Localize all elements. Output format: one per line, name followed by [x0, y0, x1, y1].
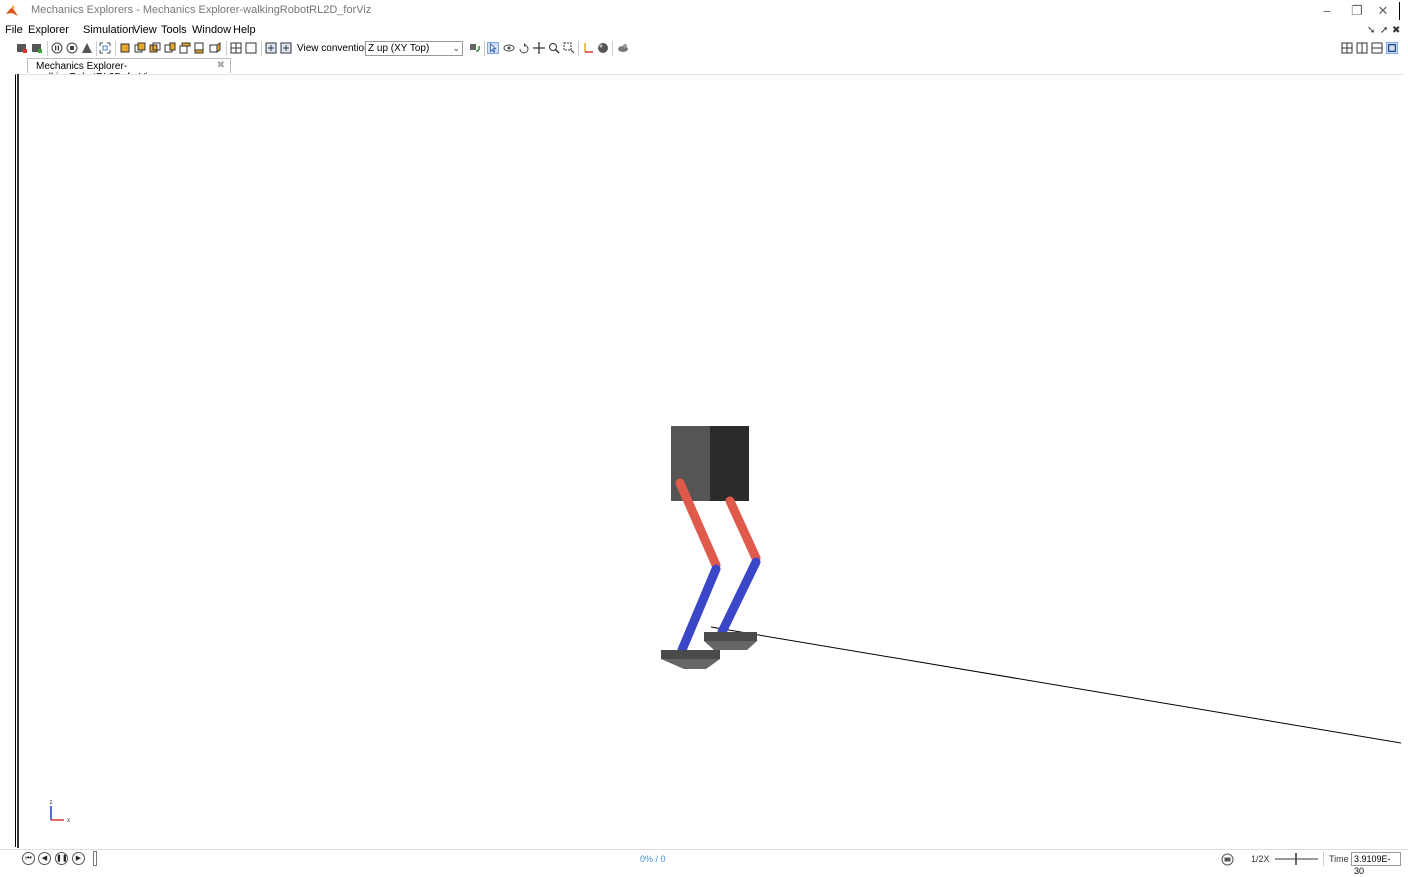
rewind-icon[interactable]: ⏮: [22, 852, 35, 865]
menu-window[interactable]: Window: [192, 24, 231, 36]
robot-shin-back: [717, 557, 761, 637]
robot-scene: z x: [50, 426, 1402, 824]
minimize-icon[interactable]: –: [1312, 3, 1342, 19]
expand-view-icon[interactable]: [265, 42, 277, 54]
robot-foot-back: [704, 632, 757, 650]
loop-icon[interactable]: [1221, 853, 1234, 866]
chevron-down-icon: ⌄: [452, 43, 460, 53]
axis-triad: z x: [50, 800, 71, 824]
menu-help[interactable]: Help: [233, 24, 256, 36]
robot-torso-left-face: [671, 426, 711, 501]
pin-icon[interactable]: ➚: [1380, 25, 1388, 36]
four-view-layout-icon[interactable]: [230, 42, 242, 54]
menu-tools[interactable]: Tools: [161, 24, 187, 36]
pause-playback-icon[interactable]: ❚❚: [55, 852, 68, 865]
back-view-icon[interactable]: [134, 42, 146, 54]
matlab-logo-icon: [6, 5, 18, 16]
title-bar: Mechanics Explorers - Mechanics Explorer…: [0, 0, 1408, 22]
menu-simulation[interactable]: Simulation: [83, 24, 134, 36]
3d-viewport[interactable]: z x: [15, 74, 1403, 847]
bottom-view-icon[interactable]: [194, 42, 206, 54]
playback-progress: 0% / 0: [640, 854, 666, 864]
toolbar-separator: [484, 41, 485, 56]
single-pane-layout-icon[interactable]: [1386, 42, 1398, 54]
horizontal-split-layout-icon[interactable]: [1371, 42, 1383, 54]
speed-slider[interactable]: [1274, 852, 1319, 866]
duplicate-explorer-icon[interactable]: [31, 42, 43, 54]
step-back-icon[interactable]: ◀: [38, 852, 51, 865]
playback-bar: ⏮ ◀ ❚❚ ▶ 0% / 0 1/2X Time 3.9109E-30: [0, 849, 1408, 876]
bottom-separator: [1323, 852, 1324, 866]
close-icon[interactable]: ✕: [1368, 3, 1398, 19]
left-view-icon[interactable]: [149, 42, 161, 54]
toolbar-separator: [612, 41, 613, 56]
menu-bar: File Explorer Simulation View Tools Wind…: [0, 24, 1408, 38]
close-tab-icon[interactable]: ✖: [217, 60, 225, 71]
tab-mechanics-explorer[interactable]: Mechanics Explorer-walkingRobotRL2D_forV…: [27, 58, 231, 83]
new-explorer-icon[interactable]: [16, 42, 28, 54]
pause-icon[interactable]: [51, 42, 63, 54]
contact-points-icon[interactable]: [617, 42, 629, 54]
menu-view[interactable]: View: [133, 24, 157, 36]
window-title: Mechanics Explorers - Mechanics Explorer…: [31, 4, 372, 16]
pan-icon[interactable]: [533, 42, 545, 54]
menu-explorer[interactable]: Explorer: [28, 24, 69, 36]
view-convention-label: View convention:: [297, 43, 373, 54]
robot-thigh-back: [725, 496, 761, 563]
rotate-icon[interactable]: [503, 42, 515, 54]
undock-icon[interactable]: ➘: [1367, 25, 1375, 36]
toolbar-separator: [47, 41, 48, 56]
view-convention-value: Z up (XY Top): [368, 43, 430, 54]
robot-torso-right-face: [710, 426, 749, 501]
fit-to-view-icon[interactable]: [99, 42, 111, 54]
play-icon[interactable]: ▶: [72, 852, 85, 865]
select-pointer-icon[interactable]: [487, 42, 499, 54]
time-input[interactable]: 3.9109E-30: [1351, 852, 1401, 876]
playback-slider[interactable]: [93, 851, 97, 866]
front-view-icon[interactable]: [119, 42, 131, 54]
view-convention-rotate-icon[interactable]: [469, 42, 481, 54]
toolbar-separator: [261, 41, 262, 56]
ground-line: [710, 626, 1402, 744]
four-pane-layout-icon[interactable]: [1341, 42, 1353, 54]
close-doc-icon[interactable]: ✖: [1392, 25, 1400, 36]
stop-icon[interactable]: [66, 42, 78, 54]
toolbar-separator: [96, 41, 97, 56]
robot-foot-front: [661, 650, 720, 669]
axis-label-x: x: [67, 818, 70, 824]
toolbar-separator: [226, 41, 227, 56]
toolbar-separator: [578, 41, 579, 56]
playback-speed-label: 1/2X: [1251, 854, 1270, 864]
document-tabstrip: Mechanics Explorer-walkingRobotRL2D_forV…: [0, 58, 1408, 83]
frames-axes-icon[interactable]: [582, 42, 594, 54]
menu-file[interactable]: File: [5, 24, 23, 36]
roll-icon[interactable]: [518, 42, 530, 54]
view-convention-select[interactable]: Z up (XY Top) ⌄: [365, 41, 463, 56]
sphere-icon[interactable]: [597, 42, 609, 54]
toolbar-separator: [115, 41, 116, 56]
toolbar: View convention: Z up (XY Top) ⌄: [0, 40, 1408, 58]
right-view-icon[interactable]: [164, 42, 176, 54]
top-view-icon[interactable]: [179, 42, 191, 54]
frames-icon[interactable]: [81, 42, 93, 54]
isometric-view-icon[interactable]: [209, 42, 221, 54]
viewport-left-border: [17, 74, 19, 848]
collapse-view-icon[interactable]: [280, 42, 292, 54]
zoom-icon[interactable]: [548, 42, 560, 54]
vertical-split-layout-icon[interactable]: [1356, 42, 1368, 54]
window-edge: [1399, 2, 1400, 20]
box-zoom-icon[interactable]: [563, 42, 575, 54]
single-view-layout-icon[interactable]: [245, 42, 257, 54]
axis-label-z: z: [50, 800, 53, 806]
time-label: Time: [1329, 854, 1349, 864]
